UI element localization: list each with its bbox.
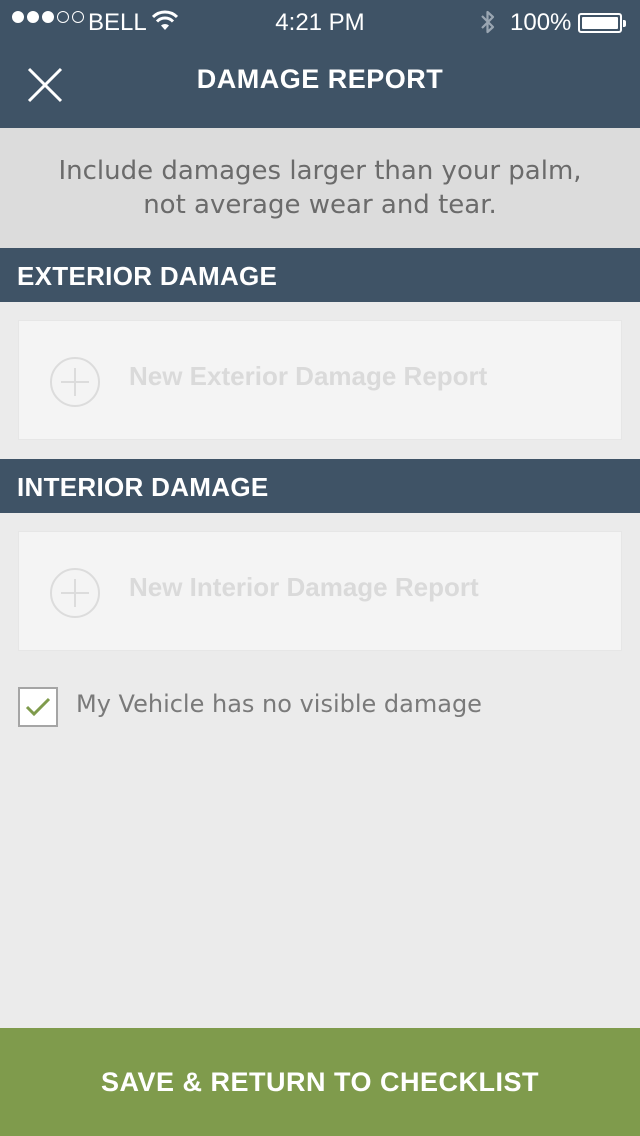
bluetooth-icon (478, 8, 498, 43)
info-text-line-1: Include damages larger than your palm, (58, 156, 582, 186)
exterior-damage-header: EXTERIOR DAMAGE (0, 248, 640, 302)
plus-circle-icon (50, 568, 100, 618)
page-title: DAMAGE REPORT (196, 64, 444, 94)
info-text-line-2: not average wear and tear. (143, 190, 497, 220)
save-and-return-button[interactable]: SAVE & RETURN TO CHECKLIST (0, 1028, 640, 1136)
new-interior-damage-report-button[interactable]: New Interior Damage Report (18, 531, 622, 651)
info-banner: Include damages larger than your palm, n… (0, 128, 640, 248)
plus-circle-icon (50, 357, 100, 407)
status-bar: BELL 4:21 PM 100% (0, 0, 640, 46)
new-interior-damage-report-label: New Interior Damage Report (129, 572, 479, 602)
interior-damage-header: INTERIOR DAMAGE (0, 459, 640, 513)
new-exterior-damage-report-label: New Exterior Damage Report (129, 361, 488, 391)
battery-percent: 100% (510, 9, 572, 36)
checkmark-icon (25, 697, 51, 717)
new-exterior-damage-report-button[interactable]: New Exterior Damage Report (18, 320, 622, 440)
no-damage-label[interactable]: My Vehicle has no visible damage (76, 690, 482, 718)
battery-icon (578, 13, 626, 33)
nav-bar: DAMAGE REPORT (0, 46, 640, 128)
no-damage-checkbox[interactable] (18, 687, 58, 727)
app-header: BELL 4:21 PM 100% DAMAGE REPORT (0, 0, 640, 128)
